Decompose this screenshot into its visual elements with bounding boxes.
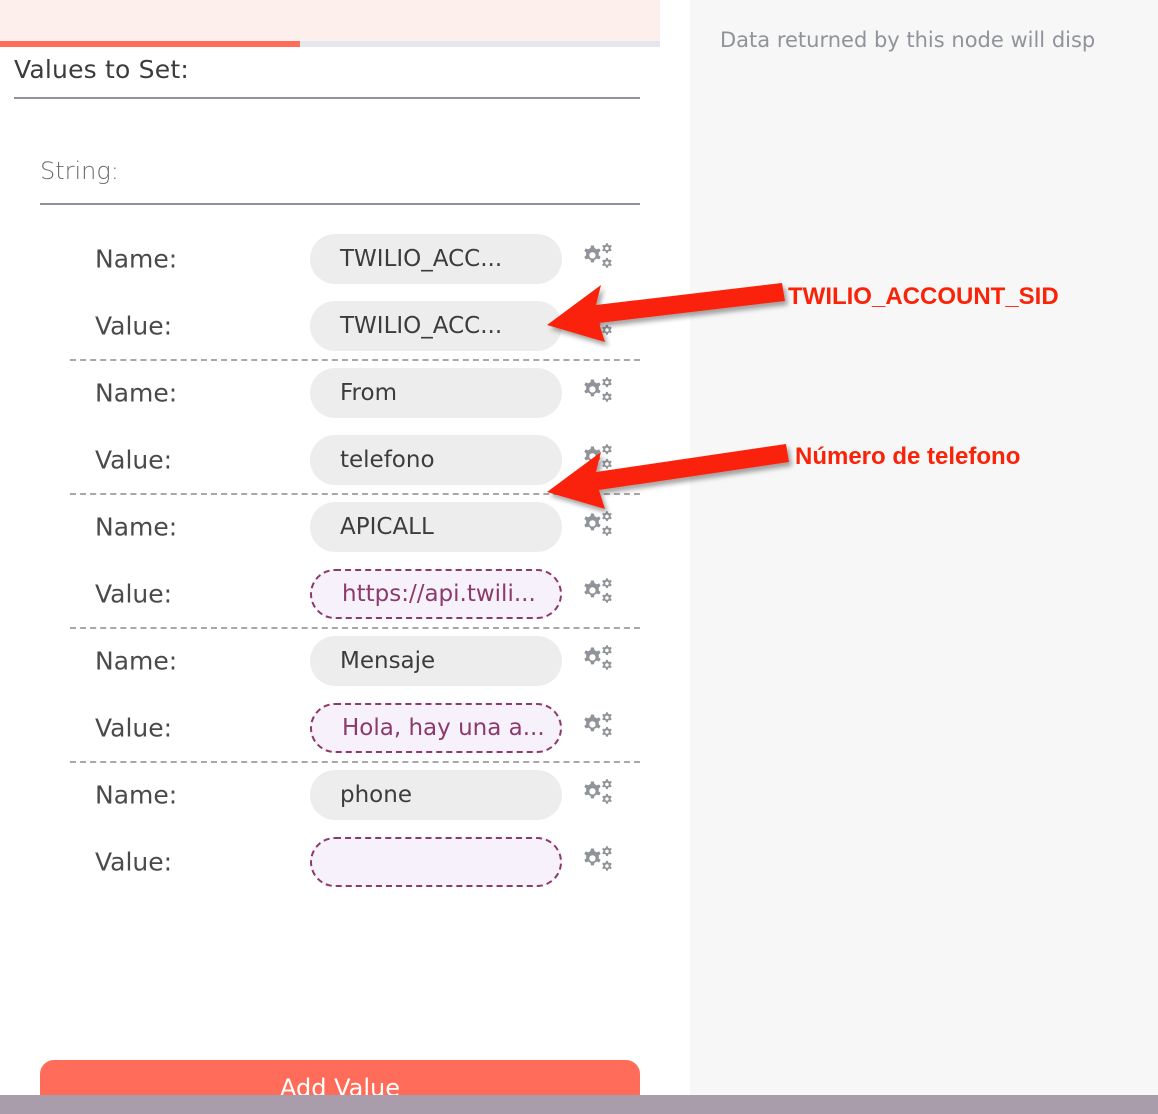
- field-row-value: Value: https://api.twili...: [0, 560, 690, 627]
- value-label: Value:: [95, 445, 173, 474]
- field-row-value: Value: Hola, hay una a...: [0, 694, 690, 761]
- value-label: Value:: [95, 847, 173, 876]
- name-label: Name:: [95, 512, 178, 541]
- name-input[interactable]: APICALL: [310, 501, 562, 552]
- name-label: Name:: [95, 378, 178, 407]
- gear-icon-svg: [584, 577, 612, 603]
- value-input[interactable]: https://api.twili...: [310, 568, 562, 619]
- value-label: Value:: [95, 311, 173, 340]
- gear-settings-icon[interactable]: [578, 575, 616, 613]
- value-pair-row: Name: Mensaje Value: Hola, hay una a...: [0, 627, 690, 763]
- value-input[interactable]: [310, 836, 562, 887]
- value-pair-row: Name: APICALL Value: https://api.twili...: [0, 493, 690, 629]
- gear-icon-svg: [584, 242, 612, 268]
- add-value-button[interactable]: Add Value: [40, 1060, 640, 1095]
- gear-icon-svg: [584, 711, 612, 737]
- gear-settings-icon[interactable]: [578, 508, 616, 546]
- field-row-name: Name: Mensaje: [0, 627, 690, 694]
- name-input[interactable]: phone: [310, 769, 562, 820]
- value-input[interactable]: Hola, hay una a...: [310, 702, 562, 753]
- gear-settings-icon[interactable]: [578, 843, 616, 881]
- field-row-value: Value:: [0, 828, 690, 895]
- value-label: Value:: [95, 713, 173, 742]
- name-label: Name:: [95, 244, 178, 273]
- tab-active-indicator[interactable]: [0, 41, 300, 47]
- values-list: Name: TWILIO_ACC... Value: TWILIO_ACC... Nam…: [0, 225, 690, 895]
- field-row-value: Value: TWILIO_ACC...: [0, 292, 690, 359]
- bottom-status-bar: [0, 1095, 1158, 1114]
- gear-settings-icon[interactable]: [578, 374, 616, 412]
- subsection-divider: [40, 203, 640, 205]
- name-input[interactable]: TWILIO_ACC...: [310, 233, 562, 284]
- value-pair-row: Name: TWILIO_ACC... Value: TWILIO_ACC...: [0, 225, 690, 361]
- section-divider: [14, 97, 640, 99]
- parameters-panel: Values to Set: String: Name: TWILIO_ACC..…: [0, 0, 690, 1095]
- tab-strip: [0, 0, 690, 47]
- name-label: Name:: [95, 780, 178, 809]
- gear-icon-svg: [584, 778, 612, 804]
- gear-icon-svg: [584, 376, 612, 402]
- field-row-value: Value: telefono: [0, 426, 690, 493]
- gear-settings-icon[interactable]: [578, 240, 616, 278]
- gear-settings-icon[interactable]: [578, 709, 616, 747]
- gear-icon-svg: [584, 309, 612, 335]
- page-title: Values to Set:: [14, 55, 189, 84]
- gear-settings-icon[interactable]: [578, 642, 616, 680]
- name-input[interactable]: From: [310, 367, 562, 418]
- value-pair-row: Name: From Value: telefono: [0, 359, 690, 495]
- name-input[interactable]: Mensaje: [310, 635, 562, 686]
- gear-icon-svg: [584, 644, 612, 670]
- name-label: Name:: [95, 646, 178, 675]
- scrollbar-track[interactable]: [660, 0, 690, 1095]
- field-row-name: Name: From: [0, 359, 690, 426]
- field-row-name: Name: TWILIO_ACC...: [0, 225, 690, 292]
- gear-settings-icon[interactable]: [578, 441, 616, 479]
- gear-icon-svg: [584, 845, 612, 871]
- output-panel: Data returned by this node will disp: [690, 0, 1158, 1095]
- gear-settings-icon[interactable]: [578, 307, 616, 345]
- subsection-title-string: String:: [40, 157, 119, 185]
- value-input[interactable]: TWILIO_ACC...: [310, 300, 562, 351]
- field-row-name: Name: APICALL: [0, 493, 690, 560]
- gear-icon-svg: [584, 443, 612, 469]
- gear-icon-svg: [584, 510, 612, 536]
- field-row-name: Name: phone: [0, 761, 690, 828]
- value-pair-row: Name: phone Value:: [0, 761, 690, 895]
- gear-settings-icon[interactable]: [578, 776, 616, 814]
- value-label: Value:: [95, 579, 173, 608]
- screenshot-root: Data returned by this node will disp Val…: [0, 0, 1158, 1114]
- value-input[interactable]: telefono: [310, 434, 562, 485]
- output-placeholder-text: Data returned by this node will disp: [720, 28, 1096, 52]
